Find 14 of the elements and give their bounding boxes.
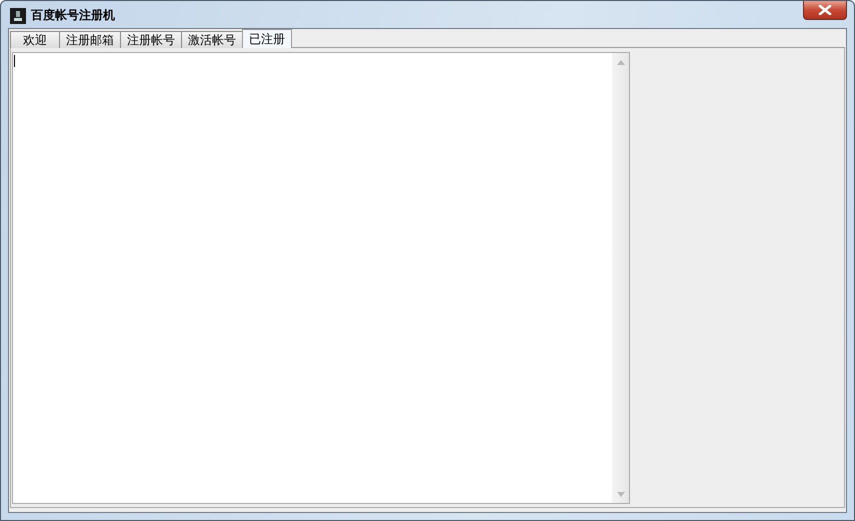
vertical-scrollbar[interactable]: [612, 53, 629, 503]
tab[interactable]: 注册邮箱: [59, 31, 121, 48]
tab[interactable]: 已注册: [242, 29, 292, 48]
scroll-up-icon: [616, 60, 624, 65]
close-icon: [818, 5, 832, 15]
window-title: 百度帐号注册机: [31, 7, 115, 24]
scroll-down-icon: [616, 492, 624, 497]
app-icon: [10, 8, 26, 24]
text-area[interactable]: [12, 52, 630, 504]
tab[interactable]: 欢迎: [10, 31, 60, 48]
close-button[interactable]: [803, 1, 847, 20]
tab[interactable]: 注册帐号: [120, 31, 182, 48]
tab[interactable]: 激活帐号: [181, 31, 243, 48]
text-cursor: [14, 55, 15, 67]
